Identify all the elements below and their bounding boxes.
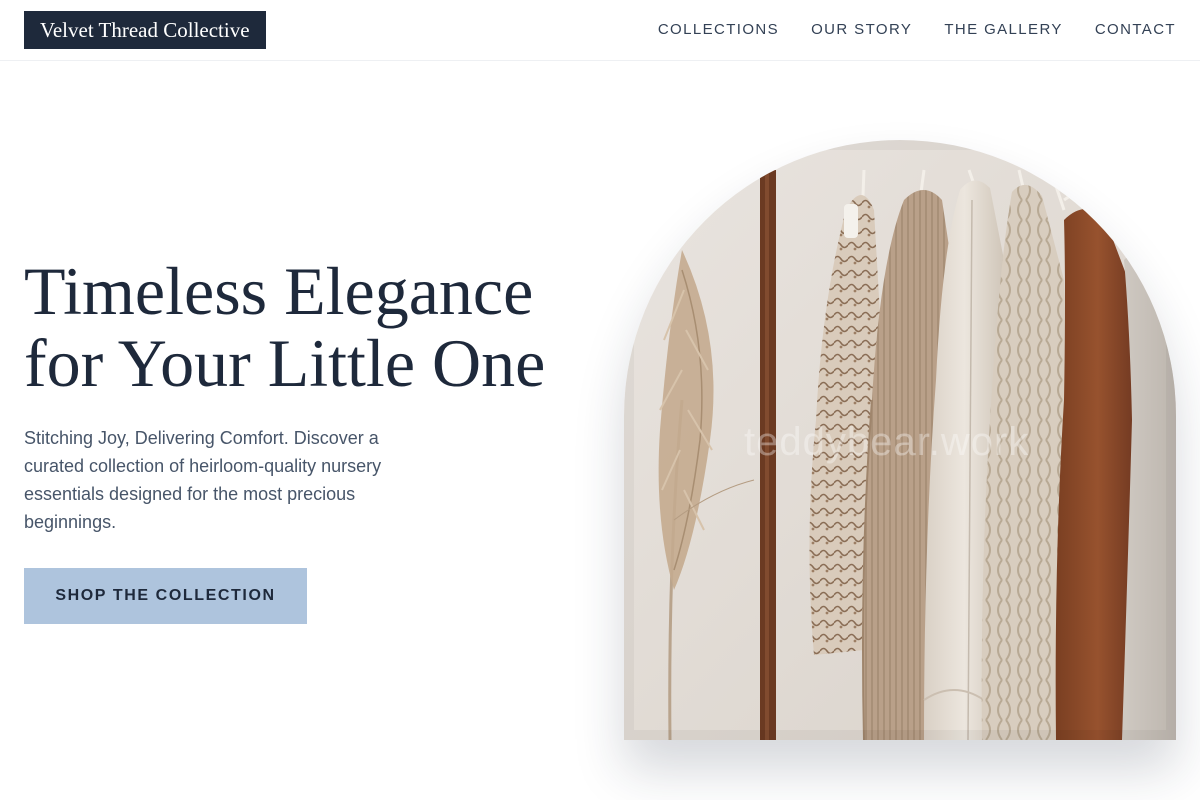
hero-title-line-2: for Your Little One <box>24 325 546 401</box>
nav-contact[interactable]: CONTACT <box>1095 20 1176 40</box>
nav-our-story[interactable]: OUR STORY <box>811 20 912 40</box>
hero-title-line-1: Timeless Elegance <box>24 253 534 329</box>
site-header: Velvet Thread Collective COLLECTIONS OUR… <box>0 0 1200 61</box>
shop-collection-button[interactable]: SHOP THE COLLECTION <box>24 568 307 624</box>
hero-subtitle: Stitching Joy, Delivering Comfort. Disco… <box>24 428 382 532</box>
nav-collections[interactable]: COLLECTIONS <box>658 20 779 40</box>
main-nav: COLLECTIONS OUR STORY THE GALLERY CONTAC… <box>658 20 1176 40</box>
nav-the-gallery[interactable]: THE GALLERY <box>944 20 1063 40</box>
brand-logo[interactable]: Velvet Thread Collective <box>24 11 266 49</box>
image-watermark: teddybear.work <box>744 420 1030 464</box>
hero-image-arch: teddybear.work <box>624 140 1176 740</box>
hero-title: Timeless Elegance for Your Little One <box>24 255 614 399</box>
